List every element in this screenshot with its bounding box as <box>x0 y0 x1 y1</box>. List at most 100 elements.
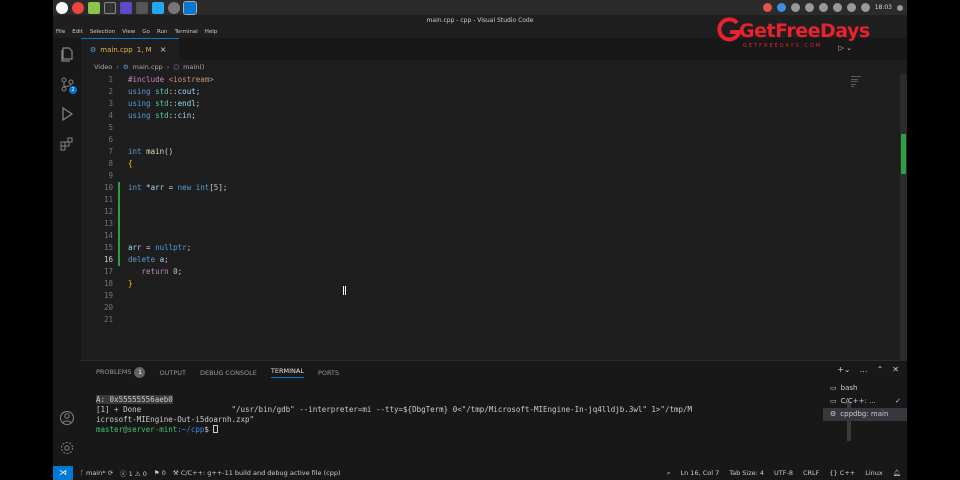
network-icon[interactable] <box>832 3 842 12</box>
tray-icon[interactable] <box>762 3 772 12</box>
line-number: 19 <box>103 291 113 300</box>
tab-output[interactable]: OUTPUT <box>159 369 186 377</box>
maximize-panel-icon[interactable]: ⌃ <box>877 365 884 374</box>
menu-edit[interactable]: Edit <box>72 29 83 35</box>
tab-size[interactable]: Tab Size: 4 <box>729 469 764 477</box>
error-icon: ⓧ <box>120 470 127 478</box>
line-number: 13 <box>103 219 113 228</box>
tab-main-cpp[interactable]: ⚙ main.cpp 1, M × <box>81 38 179 60</box>
line-number: 2 <box>108 87 113 96</box>
close-panel-icon[interactable]: ✕ <box>892 365 899 374</box>
warning-icon: ⚠ <box>134 470 141 478</box>
steam-icon[interactable] <box>804 3 814 12</box>
account-icon[interactable] <box>59 410 75 426</box>
bell-icon[interactable]: 🔔︎ <box>893 469 901 477</box>
tab-problems[interactable]: PROBLEMS 1 <box>96 367 146 378</box>
menu-selection[interactable]: Selection <box>90 29 115 35</box>
os-taskbar: 18:03 <box>53 0 907 15</box>
run-debug-icon[interactable] <box>59 106 75 122</box>
problems-badge: 1 <box>134 367 146 378</box>
platform[interactable]: Linux <box>865 469 883 477</box>
tab-ports[interactable]: PORTS <box>318 369 339 377</box>
extensions-icon[interactable] <box>59 136 75 152</box>
status-bar: ⋊ ᚴ main* ⟳ ⓧ 1 ⚠ 0 ⚑ 0 ⚒ C/C++: g++-11 … <box>53 466 907 480</box>
terminal-icon[interactable] <box>104 1 116 14</box>
info-icon: ⚑ <box>153 469 160 477</box>
tab-terminal[interactable]: TERMINAL <box>270 367 304 378</box>
menu-terminal[interactable]: Terminal <box>174 29 197 35</box>
menu-help[interactable]: Help <box>205 29 218 35</box>
sync-icon: ⟳ <box>107 469 114 477</box>
tray-icon[interactable] <box>818 3 828 12</box>
tab-status: 1, M <box>136 45 152 54</box>
status-right: ⌕ Ln 16, Col 7 Tab Size: 4 UTF-8 CRLF {}… <box>667 466 901 480</box>
git-branch[interactable]: ᚴ main* ⟳ <box>80 469 113 477</box>
check-icon: ✓ <box>895 397 901 405</box>
line-number: 17 <box>103 267 113 276</box>
code-editor[interactable]: 1 2 3 4 5 6 7 8 9 10 11 12 13 14 15 16 1… <box>81 74 907 360</box>
branch-icon: ᚴ <box>80 469 84 477</box>
code-line: using std::cout; <box>128 87 201 96</box>
keyboard-icon[interactable] <box>846 3 856 12</box>
bluetooth-icon[interactable] <box>790 3 800 12</box>
menu-file[interactable]: File <box>56 29 65 35</box>
breadcrumb-folder[interactable]: Video <box>94 63 112 71</box>
panel-actions: +⌄ … ⌃ ✕ <box>837 365 899 374</box>
terminal-output[interactable]: A: 0x55555556aeb0 [1] + Done "/usr/bin/g… <box>96 395 816 435</box>
code-line: int *arr = new int[5]; <box>128 183 228 192</box>
tab-debug-console[interactable]: DEBUG CONSOLE <box>200 369 257 377</box>
terminal-item-bash[interactable]: ▭ bash <box>823 382 907 395</box>
line-number: 21 <box>103 315 113 324</box>
scm-badge: 2 <box>69 86 77 94</box>
info-status[interactable]: ⚑ 0 <box>154 469 166 477</box>
more-icon[interactable]: … <box>860 365 868 374</box>
window-icon[interactable] <box>136 1 148 14</box>
zoom-icon[interactable]: ⌕ <box>667 469 671 478</box>
terminal-item-cppdbg[interactable]: ⚙ cppdbg: main <box>823 408 907 421</box>
task-status[interactable]: ⚒ C/C++: g++-11 build and debug active f… <box>173 469 341 477</box>
minimap[interactable] <box>851 76 863 90</box>
line-number: 10 <box>103 183 113 192</box>
code-line: arr = nullptr; <box>128 243 192 252</box>
code-line: } <box>128 279 133 288</box>
files-icon[interactable] <box>88 1 100 14</box>
code-line: using std::endl; <box>128 99 201 108</box>
language-mode[interactable]: {} C++ <box>829 469 855 477</box>
editor-scrollbar[interactable] <box>900 74 907 360</box>
settings-gear-icon[interactable] <box>59 440 75 456</box>
gimp-icon[interactable] <box>168 1 180 14</box>
terminal-line: icrosoft-MIEngine-Out-i5doarnh.zxp" <box>96 415 255 424</box>
problems-status[interactable]: ⓧ 1 ⚠ 0 <box>120 468 147 478</box>
menu-go[interactable]: Go <box>142 29 150 35</box>
cursor-position[interactable]: Ln 16, Col 7 <box>681 469 720 477</box>
source-control-icon[interactable]: 2 <box>59 76 77 94</box>
modified-lines-indicator <box>118 182 120 266</box>
menu-icon[interactable] <box>56 1 68 14</box>
bottom-panel: PROBLEMS 1 OUTPUT DEBUG CONSOLE TERMINAL … <box>81 360 907 466</box>
explorer-icon[interactable] <box>59 46 75 62</box>
volume-icon[interactable] <box>860 3 870 12</box>
breadcrumb-symbol[interactable]: main() <box>183 63 204 71</box>
power-icon[interactable] <box>897 4 903 11</box>
clock[interactable]: 18:03 <box>875 4 892 11</box>
chrome-icon[interactable] <box>72 1 84 14</box>
debug-icon: ⚙ <box>830 410 837 418</box>
terminal-line: A: 0x55555556aeb0 <box>96 395 173 404</box>
menu-view[interactable]: View <box>122 29 135 35</box>
new-terminal-icon[interactable]: +⌄ <box>837 365 850 374</box>
terminal-prompt: master@server-mint:~/cpp$ <box>96 425 816 435</box>
eol[interactable]: CRLF <box>803 469 819 477</box>
code-content[interactable]: #include <iostream> using std::cout; usi… <box>128 74 848 360</box>
terminal-item-cpp-task[interactable]: ▭ C/C++: ... ✓ <box>823 395 907 408</box>
media-icon[interactable] <box>120 1 132 14</box>
breadcrumb-file[interactable]: main.cpp <box>133 63 163 71</box>
vscode-icon[interactable] <box>152 1 164 14</box>
tray-icon[interactable] <box>776 3 786 12</box>
watermark-subtext: GETFREEDAYS.COM <box>743 43 823 49</box>
line-number: 7 <box>108 147 113 156</box>
encoding[interactable]: UTF-8 <box>774 469 793 477</box>
close-icon[interactable]: × <box>160 45 167 54</box>
vscode-active-icon[interactable] <box>183 0 197 15</box>
remote-icon[interactable]: ⋊ <box>53 466 73 480</box>
menu-run[interactable]: Run <box>157 29 168 35</box>
